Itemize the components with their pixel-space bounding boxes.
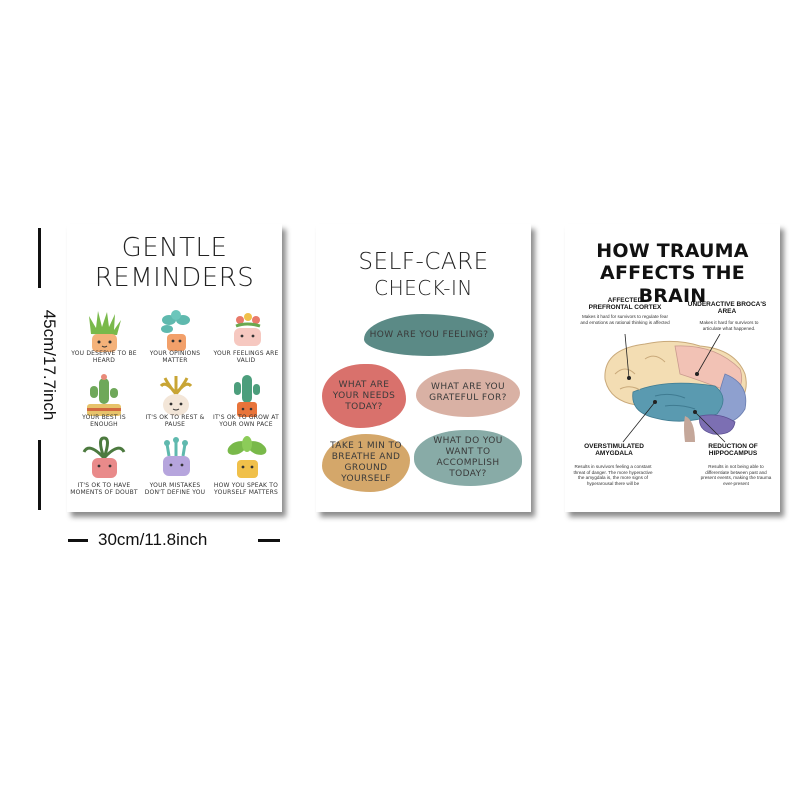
bubble-breathe: TAKE 1 MIN TO BREATHE AND GROUND YOURSEL… xyxy=(322,434,410,492)
gentle-reminders-poster: GENTLE REMINDERS YOU DESERVE TO BE HEARD… xyxy=(67,224,282,512)
width-dimension-line-left xyxy=(68,539,88,542)
plant-caption-7: IT'S OK TO HAVE MOMENTS OF DOUBT xyxy=(70,482,138,496)
plant-caption-1: YOU DESERVE TO BE HEARD xyxy=(71,350,137,364)
broca-label: UNDERACTIVE BROCA'S AREA xyxy=(687,301,767,315)
trauma-brain-poster: HOW TRAUMA AFFECTS THE BRAIN AFFECTED PR… xyxy=(565,224,780,512)
large-leaf-plant-icon xyxy=(227,436,267,478)
pfc-label: AFFECTED PREFRONTAL CORTEX xyxy=(588,297,662,311)
bubble-accomplish: WHAT DO YOU WANT TO ACCOMPLISH TODAY? xyxy=(414,430,522,486)
hippocampus-description: Results in not being able to differentia… xyxy=(700,464,772,486)
poster-title-line1: HOW TRAUMA xyxy=(596,240,749,262)
broca-description: Makes it hard for survivors to articulat… xyxy=(699,320,759,331)
height-dimension-line-bottom xyxy=(38,440,41,510)
self-care-checkin-poster: SELF-CARE CHECK-IN HOW ARE YOU FEELING? … xyxy=(316,224,531,512)
plant-caption-9: HOW YOU SPEAK TO YOURSELF MATTERS xyxy=(213,482,279,496)
width-dimension-line-right xyxy=(258,539,280,542)
amygdala-description: Results in survivors feeling a constant … xyxy=(573,464,653,486)
plant-caption-4: YOUR BEST IS ENOUGH xyxy=(82,414,126,428)
plant-caption-3: YOUR FEELINGS ARE VALID xyxy=(213,350,279,364)
plant-caption-5: IT'S OK TO REST & PAUSE xyxy=(145,414,205,428)
hippocampus-label: REDUCTION OF HIPPOCAMPUS xyxy=(708,443,758,457)
poster-title-line2: CHECK-IN xyxy=(374,276,473,300)
fern-pot-icon xyxy=(82,436,126,478)
plant-caption-6: IT'S OK TO GROW AT YOUR OWN PACE xyxy=(213,414,279,428)
pfc-description: Makes it hard for survivors to regulate … xyxy=(580,314,670,325)
bubble-how-feeling: HOW ARE YOU FEELING? xyxy=(364,314,494,356)
height-dimension-label: 45cm/17.7inch xyxy=(40,309,59,421)
width-dimension-label: 30cm/11.8inch xyxy=(98,530,208,549)
plant-caption-8: YOUR MISTAKES DON'T DEFINE YOU xyxy=(144,482,206,496)
plant-caption-2: YOUR OPINIONS MATTER xyxy=(149,350,201,364)
bubble-grateful: WHAT ARE YOU GRATEFUL FOR? xyxy=(416,369,520,417)
poster-title-line1: SELF-CARE xyxy=(358,249,489,275)
height-dimension-line-top xyxy=(38,228,41,288)
bubble-needs-today: WHAT ARE YOUR NEEDS TODAY? xyxy=(322,364,406,428)
amygdala-label: OVERSTIMULATED AMYGDALA xyxy=(584,443,644,457)
brain-illustration xyxy=(604,334,747,443)
poster-title-line2: REMINDERS xyxy=(94,263,255,293)
purple-pot-icon xyxy=(163,437,190,476)
poster-title-line1: GENTLE xyxy=(121,233,228,263)
